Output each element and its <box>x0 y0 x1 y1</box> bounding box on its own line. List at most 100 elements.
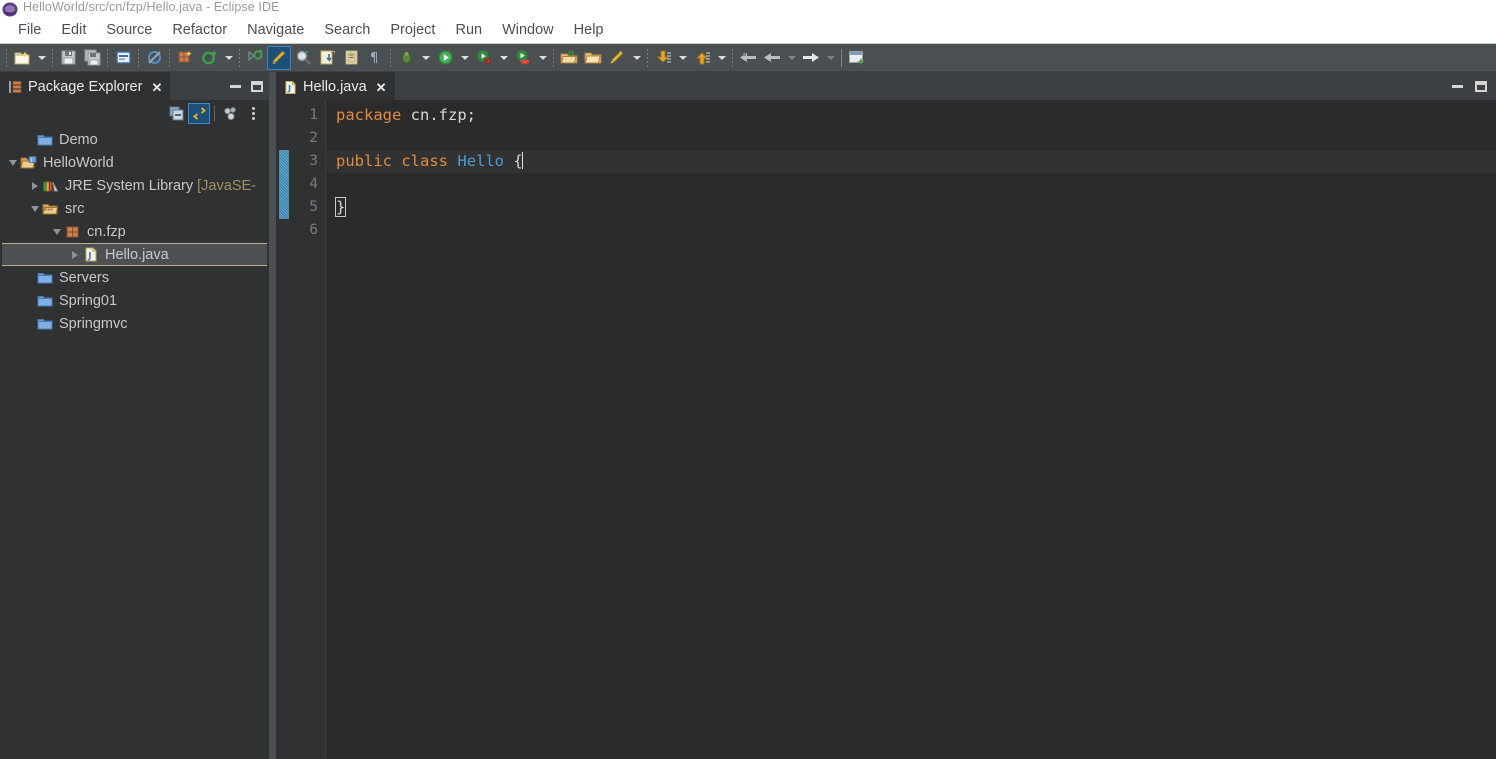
tab-package-explorer[interactable]: Package Explorer ✕ <box>0 72 170 100</box>
menu-edit[interactable]: Edit <box>51 20 96 40</box>
toolbar-separator <box>52 49 53 67</box>
focus-on-active-task-icon[interactable] <box>219 103 241 124</box>
code-line[interactable]: package cn.fzp; <box>336 104 1496 127</box>
minimize-editor-button[interactable] <box>1452 85 1463 88</box>
svg-text:J: J <box>30 157 33 163</box>
tree-item-hello-java[interactable]: J Hello.java <box>2 243 267 266</box>
run-external-tools-icon[interactable] <box>472 46 496 70</box>
debug-dropdown-icon[interactable] <box>418 46 433 70</box>
back-history-icon[interactable] <box>736 46 760 70</box>
text-caret <box>522 152 523 169</box>
run-external-tools-dropdown-icon[interactable] <box>496 46 511 70</box>
new-java-class-icon[interactable] <box>197 46 221 70</box>
back-icon[interactable] <box>760 46 784 70</box>
open-folder-icon[interactable] <box>581 46 605 70</box>
tree-item-src[interactable]: src <box>0 197 270 220</box>
maximize-editor-button[interactable] <box>1475 81 1487 92</box>
menu-refactor[interactable]: Refactor <box>162 20 237 40</box>
tree-item-label: cn.fzp <box>87 224 126 240</box>
chevron-right-icon[interactable] <box>28 179 42 193</box>
forward-icon[interactable] <box>799 46 823 70</box>
annotation-ruler[interactable] <box>276 100 292 759</box>
open-type-icon[interactable] <box>243 46 267 70</box>
view-menu-icon[interactable] <box>242 103 264 124</box>
editor-tab-row: J Hello.java ✕ <box>276 72 1496 100</box>
skip-all-breakpoints-icon[interactable] <box>142 46 166 70</box>
code-line-current[interactable]: public class Hello { <box>326 150 1496 173</box>
tree-item-helloworld[interactable]: J HelloWorld <box>0 151 270 174</box>
tree-item-cn-fzp[interactable]: cn.fzp <box>0 220 270 243</box>
debug-icon[interactable] <box>394 46 418 70</box>
tree-item-springmvc[interactable]: Springmvc <box>0 312 270 335</box>
print-icon[interactable] <box>111 46 135 70</box>
code-line[interactable] <box>336 219 1496 242</box>
close-icon[interactable]: ✕ <box>151 81 162 94</box>
code-token-space <box>392 152 401 170</box>
menu-file[interactable]: File <box>8 20 51 40</box>
chevron-right-icon[interactable] <box>68 248 82 262</box>
tree-item-jre-system-library[interactable]: JRE System Library [JavaSE- <box>0 174 270 197</box>
new-wizard-icon[interactable] <box>10 46 34 70</box>
save-all-icon[interactable] <box>80 46 104 70</box>
run-coverage-icon[interactable] <box>511 46 535 70</box>
save-icon[interactable] <box>56 46 80 70</box>
line-number: 6 <box>292 219 318 242</box>
toggle-mark-occurrences-icon[interactable]: ¶ <box>363 46 387 70</box>
chevron-down-icon[interactable] <box>50 225 64 239</box>
package-explorer-tab-label: Package Explorer <box>28 79 142 95</box>
last-edit-location-icon[interactable] <box>267 46 291 70</box>
code-token-keyword: class <box>401 152 448 170</box>
export-dropdown-icon[interactable] <box>714 46 729 70</box>
tree-item-servers[interactable]: Servers <box>0 266 270 289</box>
java-file-icon: J <box>284 80 297 95</box>
new-wizard-dropdown-icon[interactable] <box>34 46 49 70</box>
new-java-class-dropdown-icon[interactable] <box>221 46 236 70</box>
menu-run[interactable]: Run <box>445 20 492 40</box>
package-explorer-tab-row: Package Explorer ✕ <box>0 72 270 100</box>
menu-window[interactable]: Window <box>492 20 564 40</box>
chevron-down-icon[interactable] <box>28 202 42 216</box>
toolbar-separator <box>841 49 842 67</box>
new-css-dropdown-icon[interactable] <box>629 46 644 70</box>
tab-hello-java[interactable]: J Hello.java ✕ <box>276 72 395 100</box>
new-java-package-icon[interactable] <box>173 46 197 70</box>
menu-search[interactable]: Search <box>314 20 380 40</box>
forward-dropdown-icon[interactable] <box>823 46 838 70</box>
export-icon[interactable] <box>690 46 714 70</box>
link-with-editor-icon[interactable] <box>188 103 210 124</box>
folder-closed-icon <box>36 293 53 309</box>
close-icon[interactable]: ✕ <box>376 81 387 94</box>
import-icon[interactable] <box>651 46 675 70</box>
open-perspective-icon[interactable] <box>845 46 869 70</box>
code-line[interactable]: } <box>336 196 1496 219</box>
run-coverage-dropdown-icon[interactable] <box>535 46 550 70</box>
code-line[interactable] <box>336 173 1496 196</box>
new-css-file-icon[interactable] <box>605 46 629 70</box>
menu-help[interactable]: Help <box>564 20 614 40</box>
code-text-area[interactable]: package cn.fzp; public class Hello { } h… <box>326 100 1496 759</box>
menu-navigate[interactable]: Navigate <box>237 20 314 40</box>
code-token-plain: cn.fzp; <box>401 106 476 124</box>
minimize-view-button[interactable] <box>230 85 241 88</box>
previous-annotation-icon[interactable] <box>339 46 363 70</box>
run-icon[interactable] <box>433 46 457 70</box>
menu-source[interactable]: Source <box>96 20 162 40</box>
package-explorer-right-border <box>269 72 270 759</box>
chevron-down-icon[interactable] <box>6 156 20 170</box>
maximize-view-button[interactable] <box>251 81 263 92</box>
tree-item-label: JRE System Library [JavaSE- <box>65 178 256 194</box>
import-dropdown-icon[interactable] <box>675 46 690 70</box>
menu-project[interactable]: Project <box>380 20 445 40</box>
tree-item-demo[interactable]: Demo <box>0 128 270 151</box>
collapse-all-icon[interactable] <box>165 103 187 124</box>
package-explorer-tree[interactable]: Demo J HelloWorld <box>0 126 270 759</box>
back-dropdown-icon[interactable] <box>784 46 799 70</box>
run-dropdown-icon[interactable] <box>457 46 472 70</box>
new-dynamic-web-project-icon[interactable] <box>557 46 581 70</box>
tree-item-spring01[interactable]: Spring01 <box>0 289 270 312</box>
code-line[interactable] <box>336 127 1496 150</box>
search-icon[interactable] <box>291 46 315 70</box>
code-token-bracket-match: } <box>336 198 345 216</box>
next-annotation-icon[interactable] <box>315 46 339 70</box>
editor-area: J Hello.java ✕ 1 2 3 4 5 6 <box>276 72 1496 759</box>
